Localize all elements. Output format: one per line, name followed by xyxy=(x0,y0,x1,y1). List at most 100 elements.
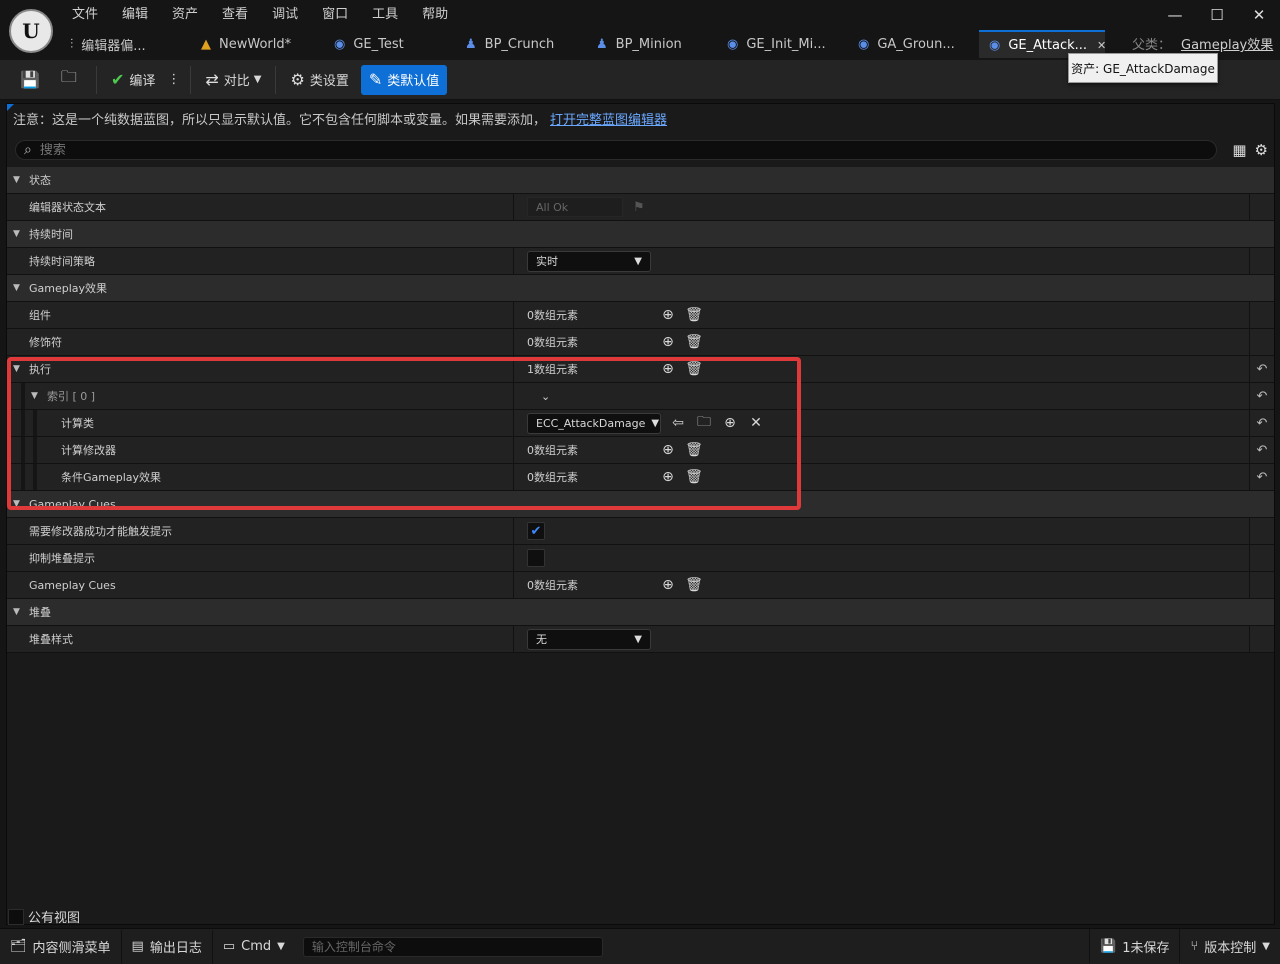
trash-icon[interactable]: 🗑 xyxy=(685,360,703,378)
reset-column xyxy=(1249,518,1274,544)
menu-tools[interactable]: 工具 xyxy=(360,4,410,26)
category-duration[interactable]: ▼ 持续时间 xyxy=(7,221,1274,248)
public-view-toggle[interactable]: 公有视图 xyxy=(8,907,80,926)
console-command-input[interactable]: 输入控制台命令 xyxy=(302,936,603,957)
menu-view[interactable]: 查看 xyxy=(210,4,260,26)
open-full-editor-link[interactable]: 打开完整蓝图编辑器 xyxy=(550,113,667,128)
menu-help[interactable]: 帮助 xyxy=(410,4,460,26)
tab-label: GE_Init_Mi... xyxy=(746,36,826,52)
reset-to-default-icon[interactable]: ↶ xyxy=(1249,437,1274,463)
reset-column xyxy=(1249,194,1274,220)
suppress-stacking-checkbox[interactable] xyxy=(527,549,545,567)
trash-icon[interactable]: 🗑 xyxy=(685,468,703,486)
editor-status-field: All Ok xyxy=(527,197,623,217)
reset-to-default-icon[interactable]: ↶ xyxy=(1249,356,1274,382)
save-button[interactable]: 💾 xyxy=(12,65,53,95)
trash-icon[interactable]: 🗑 xyxy=(685,306,703,324)
property-label: 条件Gameplay效果 xyxy=(61,471,162,484)
diff-button[interactable]: ⇄ 对比 ▼ xyxy=(197,65,269,95)
property-label: 需要修改器成功才能触发提示 xyxy=(29,525,172,538)
table-view-icon[interactable]: ▦ xyxy=(1232,141,1246,159)
expand-arrow-icon: ▼ xyxy=(13,229,20,239)
category-stacking[interactable]: ▼ 堆叠 xyxy=(7,599,1274,626)
maximize-icon[interactable]: ☐ xyxy=(1196,0,1238,30)
value-cell: ECC_AttackDamage ▼ ⇦ 🗀 ⊕ ✕ xyxy=(513,410,1251,436)
status-bar: 🗂 内容侧滑菜单 ▤ 输出日志 ▭ Cmd ▼ 输入控制台命令 💾 1未保存 ⑂… xyxy=(0,928,1280,964)
cmd-label: Cmd xyxy=(241,939,272,954)
trash-icon[interactable]: 🗑 xyxy=(685,441,703,459)
close-window-icon[interactable]: ✕ xyxy=(1238,0,1280,30)
stacking-type-dropdown[interactable]: 无 ▼ xyxy=(527,628,651,650)
tab-bp-crunch[interactable]: ♟ BP_Crunch xyxy=(455,30,586,58)
require-success-checkbox[interactable]: ✔ xyxy=(527,522,545,540)
tab-editor-prefs[interactable]: ⫶ 编辑器偏... xyxy=(60,30,191,58)
tab-ga-ground[interactable]: ◉ GA_Groun... xyxy=(848,30,979,58)
category-label: 堆叠 xyxy=(29,606,51,619)
reset-column xyxy=(1249,302,1274,328)
property-suppress-stacking-cues: 抑制堆叠提示 xyxy=(7,545,1274,572)
array-count: 0数组元素 xyxy=(527,444,578,457)
reset-to-default-icon[interactable]: ↶ xyxy=(1249,410,1274,436)
property-label: 持续时间策略 xyxy=(29,255,95,268)
unreal-logo-icon[interactable]: U xyxy=(9,9,53,53)
calculation-class-dropdown[interactable]: ECC_AttackDamage ▼ xyxy=(527,412,661,434)
tab-newworld[interactable]: ▲ NewWorld* xyxy=(191,30,324,58)
menu-edit[interactable]: 编辑 xyxy=(110,4,160,26)
reset-to-default-icon[interactable]: ↶ xyxy=(1249,383,1274,409)
trash-icon[interactable]: 🗑 xyxy=(685,576,703,594)
compile-options-button[interactable]: ⋮ xyxy=(163,65,184,95)
tab-label: BP_Crunch xyxy=(484,36,555,52)
add-element-icon[interactable]: ⊕ xyxy=(659,333,677,351)
category-label: 状态 xyxy=(29,174,51,187)
cmd-selector[interactable]: ▭ Cmd ▼ xyxy=(213,930,295,964)
tab-ge-init[interactable]: ◉ GE_Init_Mi... xyxy=(717,30,848,58)
value-cell: 0数组元素 ⊕ 🗑 xyxy=(513,572,1251,598)
use-selected-icon[interactable]: ⇦ xyxy=(669,414,687,432)
value-cell: 0数组元素 ⊕ 🗑 xyxy=(513,464,1251,490)
browse-button[interactable]: 🗀 xyxy=(53,65,90,95)
category-gameplay-effect[interactable]: ▼ Gameplay效果 xyxy=(7,275,1274,302)
add-element-icon[interactable]: ⊕ xyxy=(659,360,677,378)
chevron-down-icon: ▼ xyxy=(651,417,660,429)
browse-asset-icon[interactable]: 🗀 xyxy=(695,414,713,432)
tab-ge-test[interactable]: ◉ GE_Test xyxy=(324,30,455,58)
tab-bp-minion[interactable]: ♟ BP_Minion xyxy=(586,30,717,58)
property-rows: ▼ 状态 编辑器状态文本 All Ok ⚑ ▼ 持续时间 持续时间策略 实时 ▼ xyxy=(7,167,1274,653)
menu-debug[interactable]: 调试 xyxy=(260,4,310,26)
category-status[interactable]: ▼ 状态 xyxy=(7,167,1274,194)
parent-class-link[interactable]: Gameplay效果 xyxy=(1181,38,1273,53)
public-view-checkbox[interactable] xyxy=(8,908,24,925)
search-box[interactable]: ⌕ xyxy=(15,140,1217,160)
add-element-icon[interactable]: ⊕ xyxy=(659,441,677,459)
expand-arrow-icon[interactable]: ▼ xyxy=(31,391,38,401)
unsaved-button[interactable]: 💾 1未保存 xyxy=(1089,929,1179,963)
expand-arrow-icon: ▼ xyxy=(13,607,20,617)
menu-asset[interactable]: 资产 xyxy=(160,4,210,26)
minimize-icon[interactable]: — xyxy=(1154,0,1196,30)
add-element-icon[interactable]: ⊕ xyxy=(659,468,677,486)
content-drawer-button[interactable]: 🗂 内容侧滑菜单 xyxy=(0,929,122,964)
add-element-icon[interactable]: ⊕ xyxy=(659,576,677,594)
reset-to-default-icon[interactable]: ↶ xyxy=(1249,464,1274,490)
expand-arrow-icon[interactable]: ▼ xyxy=(13,364,20,374)
property-stacking-type: 堆叠样式 无 ▼ xyxy=(7,626,1274,653)
array-count: 1数组元素 xyxy=(527,363,578,376)
clear-icon[interactable]: ✕ xyxy=(747,414,765,432)
close-tab-icon[interactable]: ✕ xyxy=(1097,39,1106,52)
compile-button[interactable]: ✔ 编译 xyxy=(103,65,163,95)
add-element-icon[interactable]: ⊕ xyxy=(721,414,739,432)
chevron-down-icon[interactable]: ⌄ xyxy=(541,390,550,403)
source-control-button[interactable]: ⑂ 版本控制 ▼ xyxy=(1179,929,1280,963)
add-element-icon[interactable]: ⊕ xyxy=(659,306,677,324)
menu-window[interactable]: 窗口 xyxy=(310,4,360,26)
search-input[interactable] xyxy=(39,142,1113,158)
duration-policy-dropdown[interactable]: 实时 ▼ xyxy=(527,250,651,272)
class-defaults-button[interactable]: ✎ 类默认值 xyxy=(360,64,448,95)
output-log-button[interactable]: ▤ 输出日志 xyxy=(122,929,213,964)
trash-icon[interactable]: 🗑 xyxy=(685,333,703,351)
menu-file[interactable]: 文件 xyxy=(60,4,110,26)
settings-gear-icon[interactable]: ⚙ xyxy=(1255,141,1268,159)
category-gameplay-cues[interactable]: ▼ Gameplay Cues xyxy=(7,491,1274,518)
class-settings-button[interactable]: ⚙ 类设置 xyxy=(282,65,356,95)
class-defaults-label: 类默认值 xyxy=(387,74,440,89)
